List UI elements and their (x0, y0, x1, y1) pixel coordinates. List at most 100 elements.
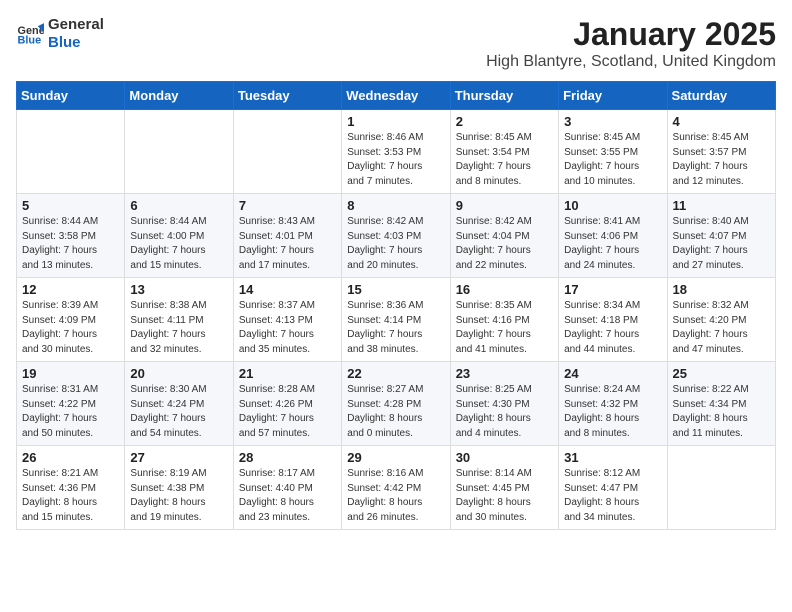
calendar-week-row: 12 Sunrise: 8:39 AM Sunset: 4:09 PM Dayli… (17, 278, 776, 362)
calendar-day-header: Monday (125, 82, 233, 110)
calendar-cell: 9 Sunrise: 8:42 AM Sunset: 4:04 PM Daylig… (450, 194, 558, 278)
day-number: 5 (22, 198, 119, 213)
title-block: January 2025 High Blantyre, Scotland, Un… (486, 16, 776, 71)
month-title: January 2025 (486, 16, 776, 53)
location-title: High Blantyre, Scotland, United Kingdom (486, 53, 776, 71)
day-detail: Sunrise: 8:44 AM Sunset: 4:00 PM Dayligh… (130, 215, 227, 273)
day-number: 30 (456, 450, 553, 465)
calendar-cell: 20 Sunrise: 8:30 AM Sunset: 4:24 PM Dayli… (125, 362, 233, 446)
calendar-week-row: 19Sunrise: 8:31 AM Sunset: 4:22 PM Dayli… (17, 362, 776, 446)
logo-icon: General Blue (16, 20, 44, 48)
logo-general-text: General (48, 16, 104, 34)
calendar-cell: 16Sunrise: 8:35 AM Sunset: 4:16 PM Dayli… (450, 278, 558, 362)
calendar-cell: 2Sunrise: 8:45 AM Sunset: 3:54 PM Daylig… (450, 110, 558, 194)
day-number: 1 (347, 114, 444, 129)
day-detail: Sunrise: 8:45 AM Sunset: 3:55 PM Dayligh… (564, 131, 661, 189)
day-number: 13 (130, 282, 227, 297)
day-number: 4 (673, 114, 770, 129)
day-number: 26 (22, 450, 119, 465)
day-number: 9 (456, 198, 553, 213)
calendar-cell: 22Sunrise: 8:27 AM Sunset: 4:28 PM Dayli… (342, 362, 450, 446)
day-number: 3 (564, 114, 661, 129)
day-detail: Sunrise: 8:28 AM Sunset: 4:26 PM Dayligh… (239, 383, 336, 441)
calendar-cell (667, 446, 775, 530)
calendar-cell (233, 110, 341, 194)
day-detail: Sunrise: 8:24 AM Sunset: 4:32 PM Dayligh… (564, 383, 661, 441)
logo-blue-text: Blue (48, 34, 104, 52)
calendar-cell: 13 Sunrise: 8:38 AM Sunset: 4:11 PM Dayli… (125, 278, 233, 362)
day-number: 20 (130, 366, 227, 381)
day-number: 17 (564, 282, 661, 297)
calendar-cell: 17 Sunrise: 8:34 AM Sunset: 4:18 PM Dayli… (559, 278, 667, 362)
calendar-cell: 14Sunrise: 8:37 AM Sunset: 4:13 PM Dayli… (233, 278, 341, 362)
logo: General Blue General Blue (16, 16, 104, 52)
day-number: 10 (564, 198, 661, 213)
calendar-week-row: 26Sunrise: 8:21 AM Sunset: 4:36 PM Dayli… (17, 446, 776, 530)
calendar-cell: 19Sunrise: 8:31 AM Sunset: 4:22 PM Dayli… (17, 362, 125, 446)
day-number: 11 (673, 198, 770, 213)
day-detail: Sunrise: 8:19 AM Sunset: 4:38 PM Dayligh… (130, 467, 227, 525)
page-header: General Blue General Blue January 2025 H… (16, 16, 776, 71)
day-number: 19 (22, 366, 119, 381)
calendar-day-header: Saturday (667, 82, 775, 110)
calendar-cell: 11 Sunrise: 8:40 AM Sunset: 4:07 PM Dayli… (667, 194, 775, 278)
day-detail: Sunrise: 8:32 AM Sunset: 4:20 PM Dayligh… (673, 299, 770, 357)
day-detail: Sunrise: 8:45 AM Sunset: 3:57 PM Dayligh… (673, 131, 770, 189)
day-number: 23 (456, 366, 553, 381)
day-number: 31 (564, 450, 661, 465)
day-detail: Sunrise: 8:34 AM Sunset: 4:18 PM Dayligh… (564, 299, 661, 357)
day-number: 7 (239, 198, 336, 213)
calendar-cell: 24 Sunrise: 8:24 AM Sunset: 4:32 PM Dayli… (559, 362, 667, 446)
calendar-cell: 1 Sunrise: 8:46 AM Sunset: 3:53 PM Daylig… (342, 110, 450, 194)
day-detail: Sunrise: 8:17 AM Sunset: 4:40 PM Dayligh… (239, 467, 336, 525)
calendar-day-header: Tuesday (233, 82, 341, 110)
calendar-cell: 23Sunrise: 8:25 AM Sunset: 4:30 PM Dayli… (450, 362, 558, 446)
calendar-day-header: Friday (559, 82, 667, 110)
calendar-day-header: Thursday (450, 82, 558, 110)
calendar-cell: 5 Sunrise: 8:44 AM Sunset: 3:58 PM Daylig… (17, 194, 125, 278)
day-detail: Sunrise: 8:37 AM Sunset: 4:13 PM Dayligh… (239, 299, 336, 357)
calendar-cell: 28 Sunrise: 8:17 AM Sunset: 4:40 PM Dayli… (233, 446, 341, 530)
calendar-cell: 25 Sunrise: 8:22 AM Sunset: 4:34 PM Dayli… (667, 362, 775, 446)
day-detail: Sunrise: 8:38 AM Sunset: 4:11 PM Dayligh… (130, 299, 227, 357)
calendar-day-header: Sunday (17, 82, 125, 110)
day-number: 21 (239, 366, 336, 381)
calendar-cell: 21 Sunrise: 8:28 AM Sunset: 4:26 PM Dayli… (233, 362, 341, 446)
calendar-table: SundayMondayTuesdayWednesdayThursdayFrid… (16, 81, 776, 530)
day-detail: Sunrise: 8:12 AM Sunset: 4:47 PM Dayligh… (564, 467, 661, 525)
calendar-cell: 31 Sunrise: 8:12 AM Sunset: 4:47 PM Dayli… (559, 446, 667, 530)
calendar-cell: 7Sunrise: 8:43 AM Sunset: 4:01 PM Daylig… (233, 194, 341, 278)
calendar-cell: 6Sunrise: 8:44 AM Sunset: 4:00 PM Daylig… (125, 194, 233, 278)
calendar-cell: 10Sunrise: 8:41 AM Sunset: 4:06 PM Dayli… (559, 194, 667, 278)
day-detail: Sunrise: 8:30 AM Sunset: 4:24 PM Dayligh… (130, 383, 227, 441)
day-number: 12 (22, 282, 119, 297)
day-number: 18 (673, 282, 770, 297)
svg-text:Blue: Blue (18, 34, 42, 46)
day-number: 16 (456, 282, 553, 297)
day-number: 15 (347, 282, 444, 297)
day-detail: Sunrise: 8:46 AM Sunset: 3:53 PM Dayligh… (347, 131, 444, 189)
calendar-cell (125, 110, 233, 194)
day-detail: Sunrise: 8:42 AM Sunset: 4:03 PM Dayligh… (347, 215, 444, 273)
day-detail: Sunrise: 8:36 AM Sunset: 4:14 PM Dayligh… (347, 299, 444, 357)
calendar-cell: 29Sunrise: 8:16 AM Sunset: 4:42 PM Dayli… (342, 446, 450, 530)
day-detail: Sunrise: 8:45 AM Sunset: 3:54 PM Dayligh… (456, 131, 553, 189)
day-detail: Sunrise: 8:27 AM Sunset: 4:28 PM Dayligh… (347, 383, 444, 441)
day-number: 29 (347, 450, 444, 465)
day-detail: Sunrise: 8:40 AM Sunset: 4:07 PM Dayligh… (673, 215, 770, 273)
day-number: 24 (564, 366, 661, 381)
calendar-day-header: Wednesday (342, 82, 450, 110)
day-detail: Sunrise: 8:42 AM Sunset: 4:04 PM Dayligh… (456, 215, 553, 273)
day-number: 28 (239, 450, 336, 465)
calendar-cell: 18 Sunrise: 8:32 AM Sunset: 4:20 PM Dayli… (667, 278, 775, 362)
day-detail: Sunrise: 8:44 AM Sunset: 3:58 PM Dayligh… (22, 215, 119, 273)
day-number: 25 (673, 366, 770, 381)
day-detail: Sunrise: 8:22 AM Sunset: 4:34 PM Dayligh… (673, 383, 770, 441)
calendar-cell: 8Sunrise: 8:42 AM Sunset: 4:03 PM Daylig… (342, 194, 450, 278)
calendar-cell: 15 Sunrise: 8:36 AM Sunset: 4:14 PM Dayli… (342, 278, 450, 362)
day-detail: Sunrise: 8:14 AM Sunset: 4:45 PM Dayligh… (456, 467, 553, 525)
calendar-header-row: SundayMondayTuesdayWednesdayThursdayFrid… (17, 82, 776, 110)
day-detail: Sunrise: 8:39 AM Sunset: 4:09 PM Dayligh… (22, 299, 119, 357)
calendar-week-row: 5 Sunrise: 8:44 AM Sunset: 3:58 PM Daylig… (17, 194, 776, 278)
calendar-cell: 3 Sunrise: 8:45 AM Sunset: 3:55 PM Daylig… (559, 110, 667, 194)
